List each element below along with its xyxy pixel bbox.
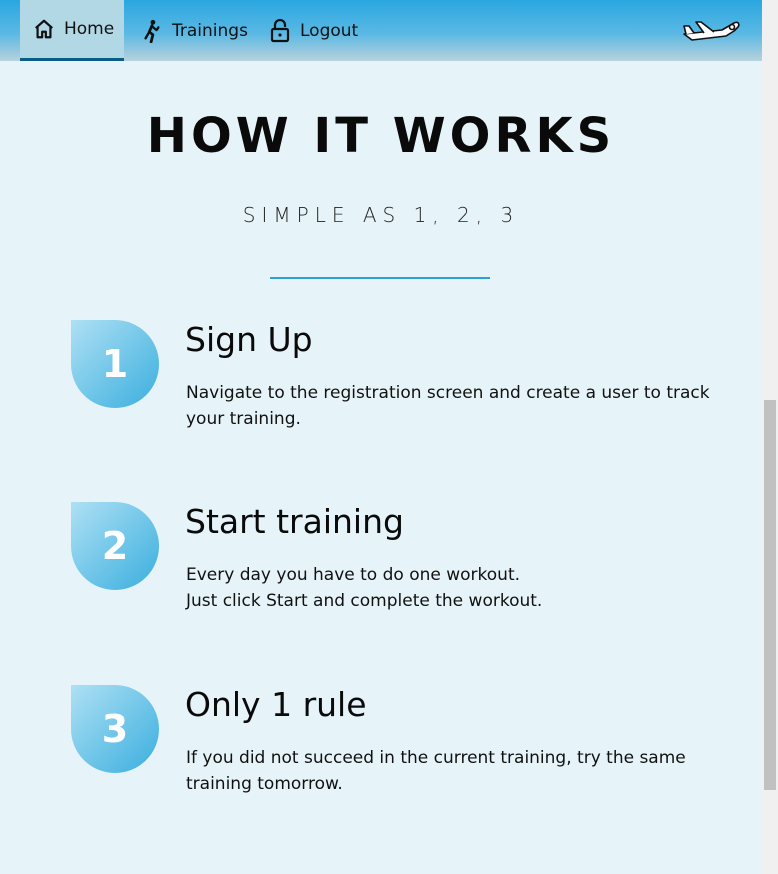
step-description-line: Navigate to the registration screen and … [186,383,710,429]
airplane-logo-icon[interactable] [682,14,742,46]
home-icon [32,17,56,41]
page-title: HOW IT WORKS [146,108,616,164]
nav-item-trainings[interactable]: Trainings [136,0,248,61]
step-description-line: Every day you have to do one workout. [186,565,521,585]
nav-item-label: Trainings [172,20,248,41]
title-divider [270,277,490,279]
top-navbar: Home Trainings Logout [0,0,762,61]
vertical-scrollbar[interactable] [762,0,778,874]
step-number-badge: 2 [71,502,159,590]
page-subtitle: SIMPLE AS 1, 2, 3 [242,203,520,227]
step-title: Start training [185,502,404,541]
step-description-line: If you did not succeed in the current tr… [186,748,686,794]
step-title: Sign Up [185,320,313,359]
step-description: Navigate to the registration screen and … [186,380,736,432]
nav-item-label: Home [64,19,115,39]
step-number-badge: 1 [71,320,159,408]
step-only-one-rule: 3 Only 1 rule If you did not succeed in … [0,685,762,815]
step-number-badge: 3 [71,685,159,773]
nav-item-label: Logout [300,20,359,41]
scrollbar-thumb[interactable] [764,400,776,790]
step-start-training: 2 Start training Every day you have to d… [0,502,762,632]
step-description-line: Just click Start and complete the workou… [186,591,543,611]
step-description: Every day you have to do one workout. Ju… [186,562,736,614]
nav-item-home[interactable]: Home [20,0,124,61]
runner-icon [140,19,164,43]
step-signup: 1 Sign Up Navigate to the registration s… [0,320,762,450]
nav-item-logout[interactable]: Logout [264,0,358,61]
step-description: If you did not succeed in the current tr… [186,745,736,797]
lock-icon [268,18,292,43]
step-title: Only 1 rule [185,685,367,724]
